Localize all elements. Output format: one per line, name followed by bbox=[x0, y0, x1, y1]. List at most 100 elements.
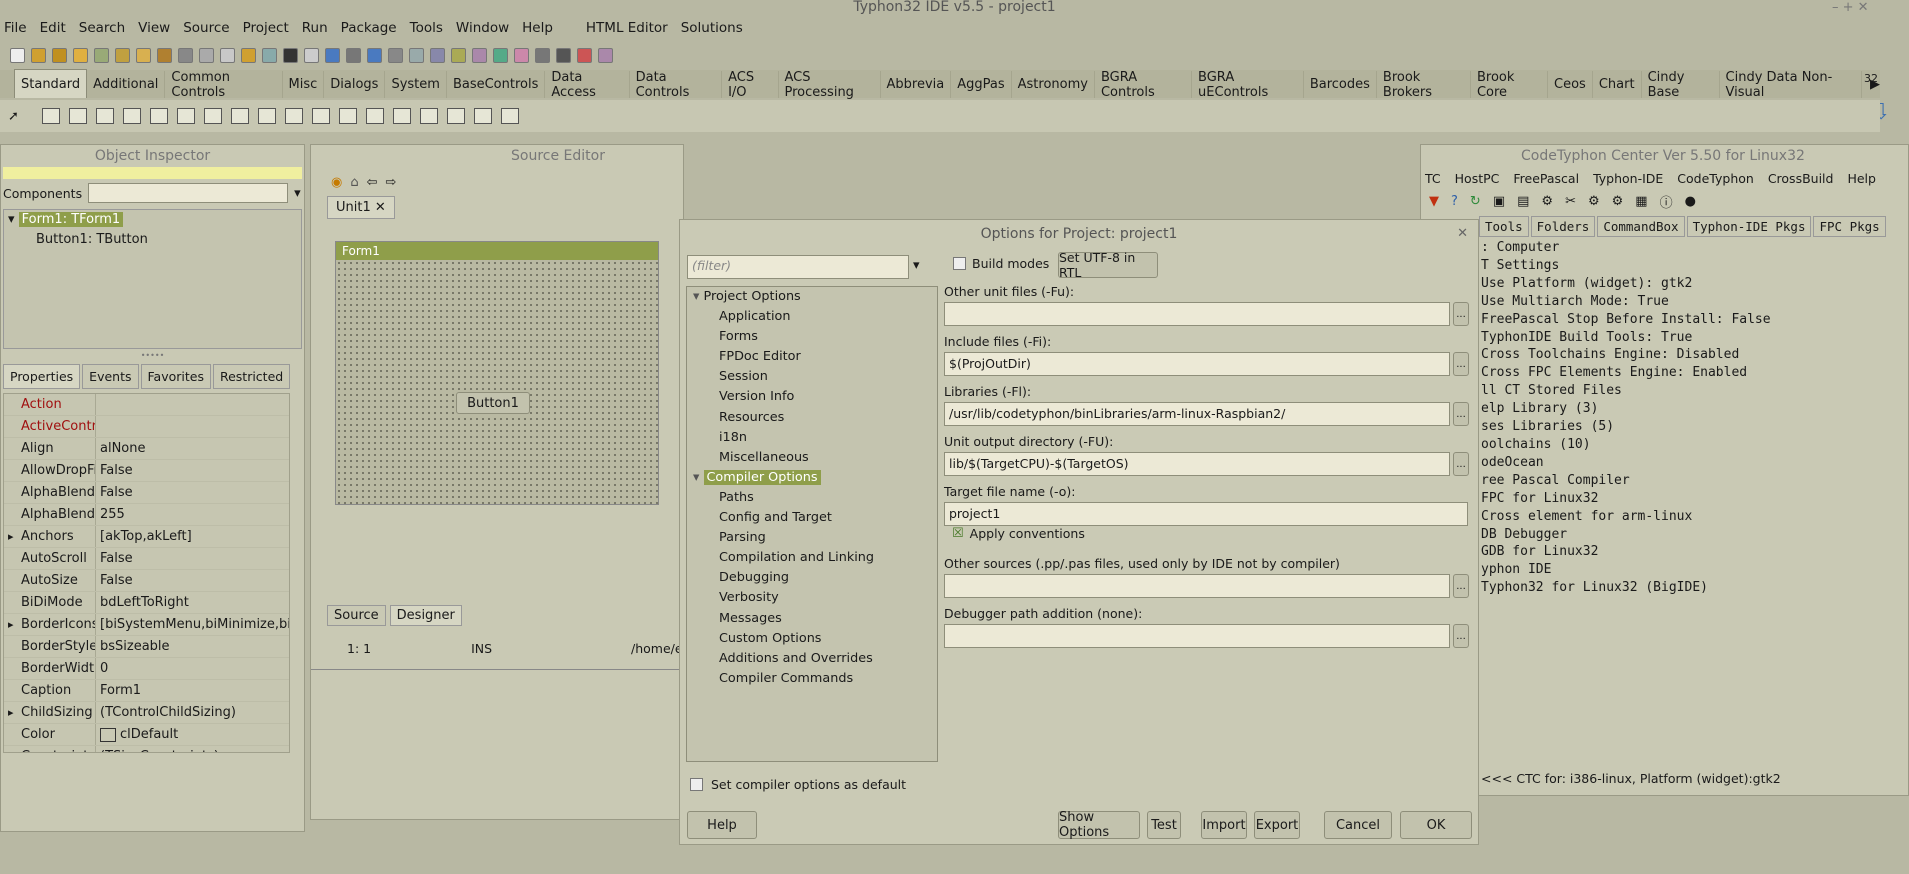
test-button[interactable]: Test bbox=[1147, 811, 1181, 839]
components-filter-input[interactable] bbox=[88, 183, 289, 203]
property-value[interactable]: [akTop,akLeft] bbox=[96, 526, 289, 547]
toolbar-icon-27[interactable] bbox=[577, 47, 592, 63]
toolbar-icon-22[interactable] bbox=[472, 47, 487, 63]
property-value[interactable]: bdLeftToRight bbox=[96, 592, 289, 613]
tree-item-paths[interactable]: Paths bbox=[687, 488, 937, 508]
tree-item-additions-and-overrides[interactable]: Additions and Overrides bbox=[687, 649, 937, 669]
center-menu-crossbuild[interactable]: CrossBuild bbox=[1768, 171, 1834, 186]
run-icon[interactable]: ◉ bbox=[331, 175, 342, 190]
center-menu-typhon-ide[interactable]: Typhon-IDE bbox=[1593, 171, 1663, 186]
component-tpanel-icon[interactable] bbox=[446, 108, 465, 124]
form-designer[interactable]: Form1 Button1 bbox=[335, 241, 659, 505]
inspector-tab-events[interactable]: Events bbox=[82, 364, 139, 389]
property-value[interactable]: clDefault bbox=[96, 724, 289, 745]
palette-tab-misc[interactable]: Misc bbox=[283, 71, 325, 98]
tree-item-application[interactable]: Application bbox=[687, 307, 937, 327]
menu-tools[interactable]: Tools bbox=[410, 20, 443, 36]
palette-tab-barcodes[interactable]: Barcodes bbox=[1304, 71, 1377, 98]
image-icon[interactable]: ▤ bbox=[1517, 194, 1529, 209]
component-tcheckbox-icon[interactable] bbox=[230, 108, 249, 124]
build-modes-checkbox[interactable] bbox=[953, 257, 966, 270]
tree-item-resources[interactable]: Resources bbox=[687, 408, 937, 428]
property-value[interactable]: 0 bbox=[96, 658, 289, 679]
toolbar-icon-21[interactable] bbox=[451, 47, 466, 63]
center-tab-tools[interactable]: Tools bbox=[1479, 216, 1529, 237]
center-tab-folders[interactable]: Folders bbox=[1530, 216, 1596, 237]
package-icon[interactable]: ▦ bbox=[1635, 194, 1647, 209]
expand-icon[interactable]: ▾ bbox=[693, 289, 704, 304]
toolbar-icon-0[interactable] bbox=[10, 47, 25, 63]
palette-tab-common-controls[interactable]: Common Controls bbox=[165, 70, 283, 100]
browse-button[interactable]: ... bbox=[1453, 624, 1469, 648]
import-button[interactable]: Import bbox=[1201, 811, 1247, 839]
component-tcombobox-icon[interactable] bbox=[311, 108, 330, 124]
center-tab-commandbox[interactable]: CommandBox bbox=[1597, 216, 1685, 237]
toolbar-icon-11[interactable] bbox=[241, 47, 256, 63]
component-tmemo-icon[interactable] bbox=[176, 108, 195, 124]
menu-solutions[interactable]: Solutions bbox=[681, 20, 743, 36]
property-row[interactable]: ▸ BorderIcons [biSystemMenu,biMinimize,biM bbox=[4, 614, 289, 636]
component-tlabel-icon[interactable] bbox=[122, 108, 141, 124]
menu-html-editor[interactable]: HTML Editor bbox=[586, 20, 668, 36]
field-input[interactable] bbox=[944, 302, 1450, 326]
browse-button[interactable]: ... bbox=[1453, 302, 1469, 326]
component-tactionlist-icon[interactable] bbox=[500, 108, 519, 124]
field-input[interactable]: $(ProjOutDir) bbox=[944, 352, 1450, 376]
menu-search[interactable]: Search bbox=[79, 20, 125, 36]
menu-package[interactable]: Package bbox=[341, 20, 397, 36]
tree-item-parsing[interactable]: Parsing bbox=[687, 528, 937, 548]
property-row[interactable]: ▸ ChildSizing (TControlChildSizing) bbox=[4, 702, 289, 724]
tree-item-compiler-commands[interactable]: Compiler Commands bbox=[687, 669, 937, 689]
designer-button1[interactable]: Button1 bbox=[456, 392, 530, 414]
property-row[interactable]: Action bbox=[4, 394, 289, 416]
info-icon[interactable]: ⓘ bbox=[1660, 192, 1673, 211]
cancel-button[interactable]: Cancel bbox=[1324, 811, 1392, 839]
browse-button[interactable]: ... bbox=[1453, 402, 1469, 426]
property-row[interactable]: AlphaBlend False bbox=[4, 482, 289, 504]
inspector-tab-properties[interactable]: Properties bbox=[3, 364, 81, 389]
property-value[interactable]: 255 bbox=[96, 504, 289, 525]
property-value[interactable]: Form1 bbox=[96, 680, 289, 701]
tab-unit1[interactable]: Unit1 ✕ bbox=[327, 195, 395, 219]
toolbar-icon-12[interactable] bbox=[262, 47, 277, 63]
tree-item-debugging[interactable]: Debugging bbox=[687, 568, 937, 588]
component-tedit-icon[interactable] bbox=[149, 108, 168, 124]
component-tradiobutton-icon[interactable] bbox=[257, 108, 276, 124]
toolbar-icon-28[interactable] bbox=[598, 47, 613, 63]
palette-tab-brook-brokers[interactable]: Brook Brokers bbox=[1377, 70, 1471, 100]
palette-tab-acs-i-o[interactable]: ACS I/O bbox=[722, 70, 779, 100]
palette-tab-chart[interactable]: Chart bbox=[1593, 71, 1642, 98]
center-tab-typhon-ide-pkgs[interactable]: Typhon-IDE Pkgs bbox=[1686, 216, 1812, 237]
menu-view[interactable]: View bbox=[138, 20, 170, 36]
toolbar-icon-6[interactable] bbox=[136, 47, 151, 63]
tree-item-forms[interactable]: Forms bbox=[687, 327, 937, 347]
toolbar-icon-19[interactable] bbox=[409, 47, 424, 63]
property-value[interactable]: alNone bbox=[96, 438, 289, 459]
field-input[interactable] bbox=[944, 624, 1450, 648]
stop-icon[interactable]: ▼ bbox=[1429, 194, 1439, 209]
property-value[interactable]: False bbox=[96, 460, 289, 481]
tree-item-verbosity[interactable]: Verbosity bbox=[687, 588, 937, 608]
window-controls[interactable]: – + ✕ bbox=[1832, 0, 1869, 15]
palette-tab-bgra-uecontrols[interactable]: BGRA uEControls bbox=[1192, 70, 1304, 100]
component-tframe-icon[interactable] bbox=[473, 108, 492, 124]
property-row[interactable]: ActiveControl bbox=[4, 416, 289, 438]
toolbar-icon-20[interactable] bbox=[430, 47, 445, 63]
property-row[interactable]: AutoSize False bbox=[4, 570, 289, 592]
palette-tab-data-access[interactable]: Data Access bbox=[545, 70, 630, 100]
palette-tab-additional[interactable]: Additional bbox=[87, 71, 166, 98]
toolbar-icon-5[interactable] bbox=[115, 47, 130, 63]
toolbar-icon-26[interactable] bbox=[556, 47, 571, 63]
menu-window[interactable]: Window bbox=[456, 20, 509, 36]
tree-item-compilation-and-linking[interactable]: Compilation and Linking bbox=[687, 548, 937, 568]
property-value[interactable]: bsSizeable bbox=[96, 636, 289, 657]
tree-item-custom-options[interactable]: Custom Options bbox=[687, 629, 937, 649]
toolbar-icon-1[interactable] bbox=[31, 47, 46, 63]
toolbar-icon-25[interactable] bbox=[535, 47, 550, 63]
console-icon[interactable]: ▣ bbox=[1493, 194, 1505, 209]
settings-icon[interactable]: ⚙ bbox=[1612, 194, 1624, 209]
tree-item-version-info[interactable]: Version Info bbox=[687, 387, 937, 407]
toolbar-icon-16[interactable] bbox=[346, 47, 361, 63]
toolbar-icon-7[interactable] bbox=[157, 47, 172, 63]
property-row[interactable]: AlphaBlendValu255 bbox=[4, 504, 289, 526]
